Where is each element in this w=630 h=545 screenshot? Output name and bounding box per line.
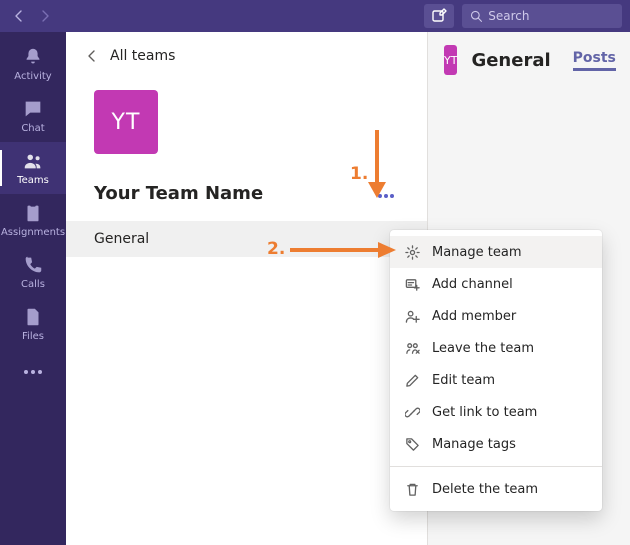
more-icon	[377, 193, 395, 199]
rail-calls[interactable]: Calls	[0, 246, 66, 298]
menu-leave-team[interactable]: Leave the team	[390, 332, 602, 364]
nav-forward-button[interactable]	[34, 5, 56, 27]
nav-back-button[interactable]	[8, 5, 30, 27]
rail-label: Activity	[14, 71, 51, 82]
rail-label: Files	[22, 331, 44, 342]
search-icon	[470, 9, 482, 23]
menu-add-channel[interactable]: Add channel	[390, 268, 602, 300]
rail-label: Assignments	[1, 227, 65, 238]
menu-edit-team[interactable]: Edit team	[390, 364, 602, 396]
rail-label: Calls	[21, 279, 45, 290]
title-bar	[0, 0, 630, 32]
team-name-row: Your Team Name	[94, 180, 399, 221]
menu-manage-tags[interactable]: Manage tags	[390, 428, 602, 460]
team-avatar[interactable]: YT	[94, 90, 158, 154]
rail-assignments[interactable]: Assignments	[0, 194, 66, 246]
app-rail: Activity Chat Teams Assignments Calls Fi…	[0, 32, 66, 545]
menu-manage-team[interactable]: Manage team	[390, 236, 602, 268]
gear-icon	[404, 244, 420, 260]
compose-button[interactable]	[424, 4, 454, 28]
teams-icon	[22, 150, 44, 172]
trash-icon	[404, 481, 420, 497]
add-member-icon	[404, 308, 420, 324]
menu-get-link[interactable]: Get link to team	[390, 396, 602, 428]
team-more-button[interactable]	[373, 180, 399, 207]
menu-label: Edit team	[432, 373, 495, 388]
chevron-left-icon	[13, 10, 25, 22]
tab-posts[interactable]: Posts	[573, 50, 616, 71]
channel-title: General	[471, 50, 550, 71]
channel-label: General	[94, 231, 149, 247]
all-teams-label: All teams	[110, 48, 175, 64]
menu-label: Add member	[432, 309, 516, 324]
menu-label: Manage team	[432, 245, 522, 260]
menu-label: Leave the team	[432, 341, 534, 356]
assignments-icon	[22, 202, 44, 224]
team-panel: All teams YT Your Team Name General	[66, 32, 428, 545]
search-input[interactable]	[488, 9, 614, 23]
rail-label: Chat	[21, 123, 44, 134]
search-box[interactable]	[462, 4, 622, 28]
menu-label: Get link to team	[432, 405, 537, 420]
tag-icon	[404, 436, 420, 452]
rail-chat[interactable]: Chat	[0, 90, 66, 142]
add-channel-icon	[404, 276, 420, 292]
rail-label: Teams	[17, 175, 49, 186]
more-icon	[23, 369, 43, 375]
team-block: YT Your Team Name	[66, 80, 427, 221]
menu-delete-team[interactable]: Delete the team	[390, 473, 602, 505]
chevron-left-icon	[86, 50, 98, 62]
rail-files[interactable]: Files	[0, 298, 66, 350]
compose-icon	[431, 8, 447, 24]
phone-icon	[22, 254, 44, 276]
menu-add-member[interactable]: Add member	[390, 300, 602, 332]
menu-label: Add channel	[432, 277, 513, 292]
chat-icon	[22, 98, 44, 120]
file-icon	[22, 306, 44, 328]
rail-more[interactable]	[0, 354, 66, 390]
bell-icon	[22, 46, 44, 68]
menu-separator	[390, 466, 602, 467]
rail-teams[interactable]: Teams	[0, 142, 66, 194]
team-context-menu: Manage team Add channel Add member Leave…	[390, 230, 602, 511]
pencil-icon	[404, 372, 420, 388]
channel-item-general[interactable]: General	[66, 221, 427, 257]
rail-activity[interactable]: Activity	[0, 38, 66, 90]
chevron-right-icon	[39, 10, 51, 22]
team-name: Your Team Name	[94, 183, 263, 204]
channel-avatar: YT	[444, 45, 457, 75]
link-icon	[404, 404, 420, 420]
mid-header: All teams	[66, 32, 427, 80]
all-teams-link[interactable]: All teams	[86, 48, 175, 64]
menu-label: Delete the team	[432, 482, 538, 497]
menu-label: Manage tags	[432, 437, 516, 452]
leave-icon	[404, 340, 420, 356]
channel-header: YT General Posts F	[428, 32, 630, 88]
